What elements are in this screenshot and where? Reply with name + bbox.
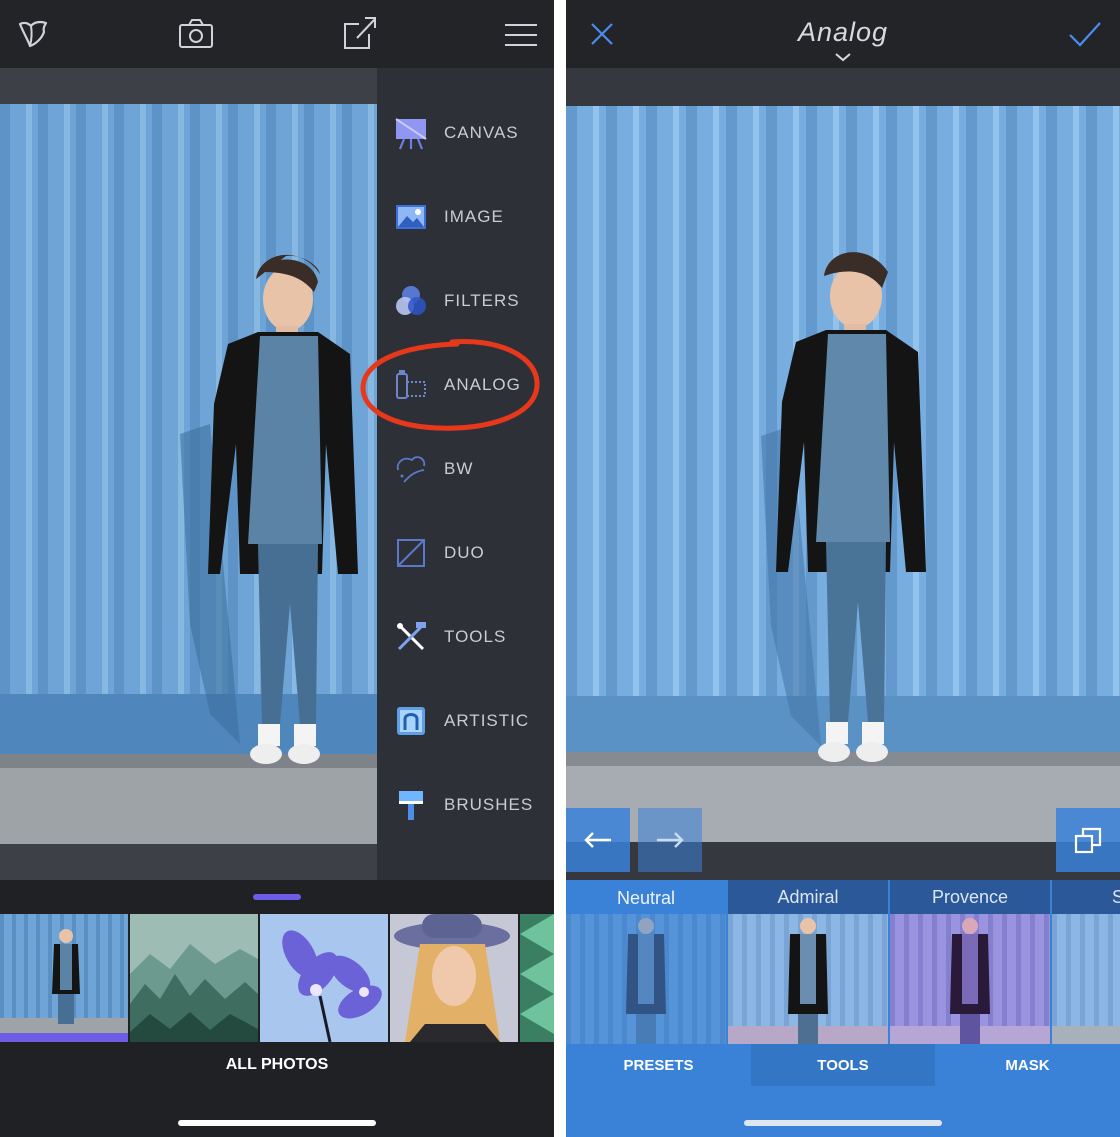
share-button[interactable] <box>337 12 381 56</box>
menu-item-label: DUO <box>444 543 485 562</box>
canvas-margin-top <box>566 68 1120 106</box>
apply-button[interactable] <box>1062 12 1106 56</box>
checkmark-icon <box>1069 22 1101 47</box>
bottom-tab-bar: PRESETS TOOLS MASK <box>566 1044 1120 1137</box>
artistic-icon <box>394 704 428 738</box>
image-icon <box>394 200 428 234</box>
brush-icon <box>394 788 428 822</box>
compare-icon <box>1074 827 1102 854</box>
photo-thumbnail-strip <box>0 914 554 1042</box>
tab-tools[interactable]: TOOLS <box>751 1044 935 1086</box>
thumbnail-photo[interactable] <box>130 914 258 1042</box>
menu-item-label: CANVAS <box>444 123 519 142</box>
menu-item-brushes[interactable]: BRUSHES <box>377 763 554 847</box>
canvas-margin-bottom <box>0 844 377 880</box>
preset-neutral[interactable]: Neutral <box>566 880 726 1044</box>
arrow-right-icon <box>657 832 684 848</box>
menu-button[interactable] <box>499 12 543 56</box>
album-bar: ALL PHOTOS <box>0 1042 554 1137</box>
thumbnail-photo[interactable] <box>0 914 128 1042</box>
tools-icon <box>394 620 428 654</box>
chevron-down-icon <box>835 53 851 62</box>
menu-item-image[interactable]: IMAGE <box>377 175 554 259</box>
home-indicator <box>744 1120 942 1126</box>
arrow-left-icon <box>584 832 611 848</box>
menu-item-label: TOOLS <box>444 627 507 646</box>
thumbnail-photo[interactable] <box>390 914 518 1042</box>
redo-button[interactable] <box>638 808 702 872</box>
drawer-handle[interactable] <box>253 894 301 900</box>
preview-photo[interactable] <box>566 106 1120 842</box>
menu-item-bw[interactable]: BW <box>377 427 554 511</box>
camera-icon <box>179 19 213 48</box>
camera-button[interactable] <box>174 12 218 56</box>
menu-item-canvas[interactable]: CANVAS <box>377 91 554 175</box>
preset-provence[interactable]: Provence <box>890 880 1050 1044</box>
photo-image <box>0 104 377 844</box>
film-canister-icon <box>394 368 428 402</box>
compare-button[interactable] <box>1056 808 1120 872</box>
menu-item-duo[interactable]: DUO <box>377 511 554 595</box>
menu-item-label: BRUSHES <box>444 795 534 814</box>
analog-header: Analog <box>566 0 1120 68</box>
tab-mask[interactable]: MASK <box>935 1044 1120 1086</box>
preset-strip: Neutral Admiral Provence S <box>566 880 1120 1044</box>
bird-logo-icon <box>18 20 48 48</box>
preset-thumbnail <box>566 914 726 1044</box>
menu-item-label: ANALOG <box>444 375 521 394</box>
preset-thumbnail <box>890 914 1050 1044</box>
easel-icon <box>394 116 428 150</box>
preset-label: Admiral <box>728 880 888 914</box>
top-toolbar <box>0 0 554 68</box>
menu-item-filters[interactable]: FILTERS <box>377 259 554 343</box>
duo-icon <box>394 536 428 570</box>
thumbnail-photo[interactable] <box>260 914 388 1042</box>
menu-item-label: IMAGE <box>444 207 504 226</box>
right-screen: Analog Neutral Admiral Provence S PRESET… <box>566 0 1120 1137</box>
tab-presets[interactable]: PRESETS <box>566 1044 751 1086</box>
filters-icon <box>394 284 428 318</box>
panel-title[interactable]: Analog <box>566 17 1120 48</box>
app-logo-button[interactable] <box>12 12 56 56</box>
menu-item-label: ARTISTIC <box>444 711 530 730</box>
preset-admiral[interactable]: Admiral <box>728 880 888 1044</box>
selected-thumbnail-indicator <box>0 1033 128 1042</box>
menu-item-tools[interactable]: TOOLS <box>377 595 554 679</box>
bw-icon <box>394 452 428 486</box>
left-screen: CANVAS IMAGE FILTERS ANALOG BW DUO TOOLS… <box>0 0 554 1137</box>
undo-button[interactable] <box>566 808 630 872</box>
thumbnail-photo[interactable] <box>520 914 554 1042</box>
hamburger-icon <box>505 24 537 46</box>
preset-thumbnail <box>1052 914 1120 1044</box>
preset-label: Neutral <box>616 888 676 908</box>
menu-item-label: BW <box>444 459 474 478</box>
preset-next[interactable]: S <box>1052 880 1120 1044</box>
main-photo[interactable] <box>0 104 377 844</box>
share-icon <box>344 17 376 49</box>
photo-image <box>566 106 1120 842</box>
menu-item-label: FILTERS <box>444 291 520 310</box>
menu-item-artistic[interactable]: ARTISTIC <box>377 679 554 763</box>
home-indicator <box>178 1120 376 1126</box>
all-photos-label[interactable]: ALL PHOTOS <box>0 1056 554 1074</box>
tool-menu-panel: CANVAS IMAGE FILTERS ANALOG BW DUO TOOLS… <box>377 68 554 880</box>
preset-label: Provence <box>890 880 1050 914</box>
preset-thumbnail <box>728 914 888 1044</box>
menu-item-analog[interactable]: ANALOG <box>377 343 554 427</box>
preset-label: S <box>1052 880 1120 914</box>
